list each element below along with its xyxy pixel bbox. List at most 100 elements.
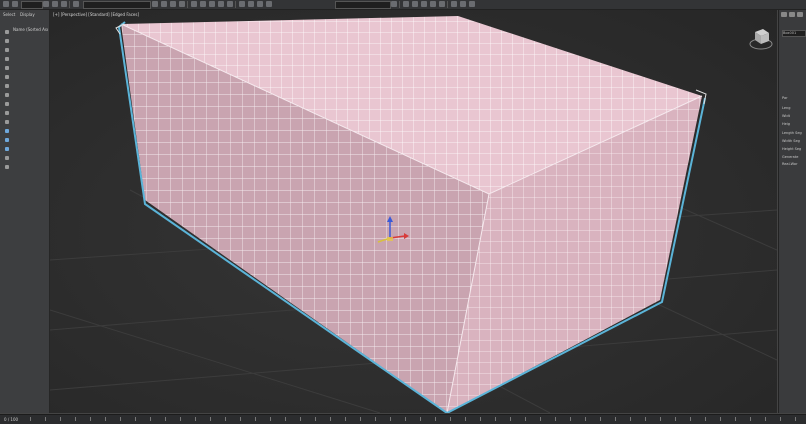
percent-snap-icon[interactable] bbox=[248, 1, 254, 7]
parameter-row[interactable]: Heig bbox=[782, 122, 806, 127]
curve-editor-icon[interactable] bbox=[421, 1, 427, 7]
snap-icon[interactable] bbox=[227, 1, 233, 7]
hierarchy-tab-icon[interactable] bbox=[797, 12, 803, 17]
filter-icon[interactable] bbox=[5, 156, 9, 160]
timeline-tick bbox=[660, 417, 661, 421]
render-icon[interactable] bbox=[469, 1, 475, 7]
timeline-tick bbox=[420, 417, 421, 421]
timeline-tick bbox=[285, 417, 286, 421]
toolbar-separator bbox=[447, 1, 448, 8]
scene-explorer: Select Display Name (Sorted Ascen bbox=[0, 10, 50, 413]
lock-icon[interactable] bbox=[5, 165, 9, 169]
align-icon[interactable] bbox=[403, 1, 409, 7]
timeline-tick bbox=[720, 417, 721, 421]
parameter-row[interactable]: Width Seg bbox=[782, 139, 806, 144]
layer-dropdown[interactable] bbox=[21, 1, 43, 9]
layer-icon[interactable] bbox=[412, 1, 418, 7]
toolbar-separator bbox=[187, 1, 188, 8]
xrefs-icon[interactable] bbox=[5, 102, 9, 106]
timeline-tick bbox=[360, 417, 361, 421]
perspective-viewport[interactable]: [+] [Perspective] [Standard] [Edged Face… bbox=[50, 10, 777, 413]
material-editor-icon[interactable] bbox=[439, 1, 445, 7]
select-by-name-icon[interactable] bbox=[152, 1, 158, 7]
timeline-tick bbox=[300, 417, 301, 421]
redo-icon[interactable] bbox=[12, 1, 18, 7]
hidden-icon[interactable] bbox=[5, 138, 9, 142]
scale-icon[interactable] bbox=[200, 1, 206, 7]
timeline-tick bbox=[450, 417, 451, 421]
link-icon[interactable] bbox=[43, 1, 49, 7]
timeline-tick bbox=[120, 417, 121, 421]
reference-coord-icon[interactable] bbox=[209, 1, 215, 7]
parameter-row[interactable]: Length Seg bbox=[782, 131, 806, 136]
named-selection-field[interactable] bbox=[335, 1, 391, 9]
render-setup-icon[interactable] bbox=[451, 1, 457, 7]
timeline-tick bbox=[765, 417, 766, 421]
timeline-tick bbox=[165, 417, 166, 421]
move-icon[interactable] bbox=[179, 1, 185, 7]
viewport-label[interactable]: [+] [Perspective] [Standard] [Edged Face… bbox=[53, 12, 139, 17]
containers-icon[interactable] bbox=[5, 120, 9, 124]
timeline-tick bbox=[135, 417, 136, 421]
schematic-icon[interactable] bbox=[430, 1, 436, 7]
shapes-icon[interactable] bbox=[5, 48, 9, 52]
parameter-row[interactable]: Widt bbox=[782, 114, 806, 119]
parameter-row[interactable]: Height Seg bbox=[782, 147, 806, 152]
timeline-tick bbox=[345, 417, 346, 421]
timeline-tick bbox=[465, 417, 466, 421]
layers-icon[interactable] bbox=[5, 147, 9, 151]
parameter-row[interactable]: Leng bbox=[782, 106, 806, 111]
timeline-tick bbox=[480, 417, 481, 421]
explorer-tab-display[interactable]: Display bbox=[20, 12, 35, 17]
window-crossing-icon[interactable] bbox=[170, 1, 176, 7]
parameter-row[interactable]: Par bbox=[782, 96, 806, 101]
pivot-icon[interactable] bbox=[218, 1, 224, 7]
create-tab-icon[interactable] bbox=[781, 12, 787, 17]
timeline-tick bbox=[735, 417, 736, 421]
parameter-row[interactable]: Real-Wor bbox=[782, 162, 806, 167]
parameter-row[interactable]: Generate bbox=[782, 155, 806, 160]
spacewarps-icon[interactable] bbox=[5, 84, 9, 88]
angle-snap-icon[interactable] bbox=[239, 1, 245, 7]
timeline-tick bbox=[645, 417, 646, 421]
lights-icon[interactable] bbox=[5, 57, 9, 61]
timeline-tick bbox=[690, 417, 691, 421]
timeline-tick bbox=[225, 417, 226, 421]
object-name-field[interactable]: Box001 bbox=[782, 30, 806, 37]
timeline-tick bbox=[75, 417, 76, 421]
helpers-icon[interactable] bbox=[5, 75, 9, 79]
explorer-tab-select[interactable]: Select bbox=[3, 12, 15, 17]
render-frame-icon[interactable] bbox=[460, 1, 466, 7]
selection-filter-dropdown[interactable] bbox=[83, 1, 151, 9]
timeline-tick bbox=[675, 417, 676, 421]
viewport-canvas[interactable] bbox=[50, 10, 777, 413]
timeline-tick bbox=[615, 417, 616, 421]
groups-icon[interactable] bbox=[5, 93, 9, 97]
unlink-icon[interactable] bbox=[52, 1, 58, 7]
rotate-icon[interactable] bbox=[191, 1, 197, 7]
named-selection-icon[interactable] bbox=[266, 1, 272, 7]
timeline-tick bbox=[210, 417, 211, 421]
toolbar-separator bbox=[399, 1, 400, 8]
modify-tab-icon[interactable] bbox=[789, 12, 795, 17]
cameras-icon[interactable] bbox=[5, 66, 9, 70]
region-icon[interactable] bbox=[161, 1, 167, 7]
timeline-tick bbox=[90, 417, 91, 421]
bind-icon[interactable] bbox=[61, 1, 67, 7]
mirror-icon[interactable] bbox=[391, 1, 397, 7]
timeline-tick bbox=[630, 417, 631, 421]
timeline-tick bbox=[255, 417, 256, 421]
timeline-tick bbox=[315, 417, 316, 421]
spinner-snap-icon[interactable] bbox=[257, 1, 263, 7]
timeline-tick bbox=[600, 417, 601, 421]
main-toolbar bbox=[0, 0, 806, 10]
undo-icon[interactable] bbox=[3, 1, 9, 7]
bones-icon[interactable] bbox=[5, 111, 9, 115]
timeline-tick bbox=[570, 417, 571, 421]
timeline-tick bbox=[525, 417, 526, 421]
timeline-tick bbox=[585, 417, 586, 421]
select-icon[interactable] bbox=[73, 1, 79, 7]
display-all-icon[interactable] bbox=[5, 30, 9, 34]
frozen-icon[interactable] bbox=[5, 129, 9, 133]
geometry-icon[interactable] bbox=[5, 39, 9, 43]
